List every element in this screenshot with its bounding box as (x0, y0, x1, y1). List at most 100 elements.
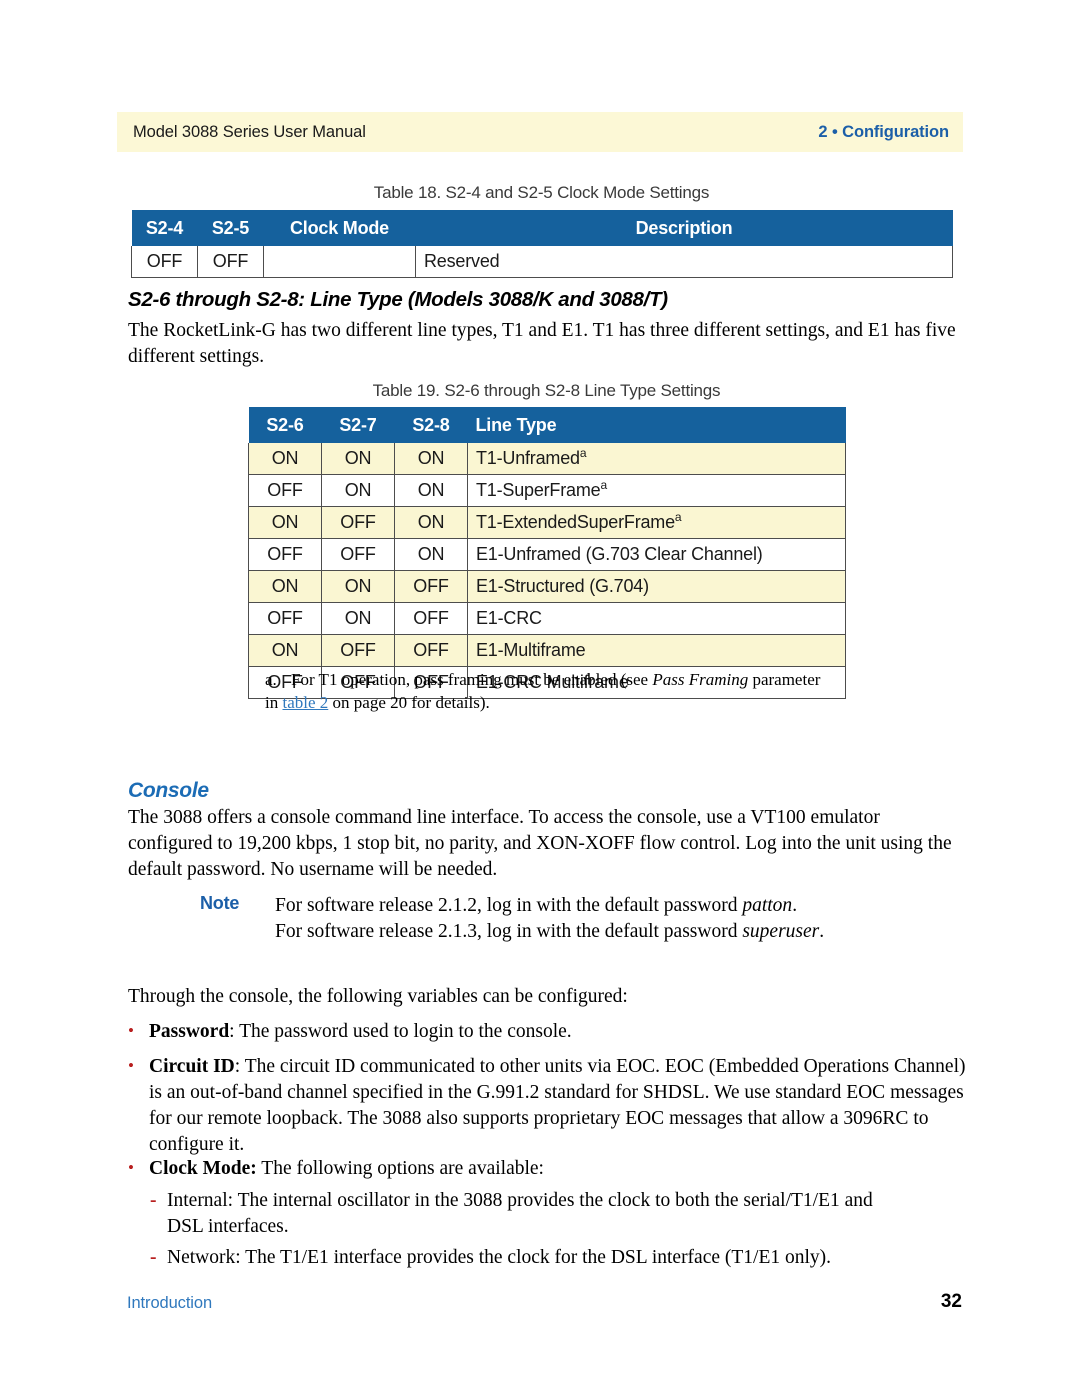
table19-col-s27: S2-7 (321, 407, 395, 443)
footnote-italic-pass-framing: Pass Framing (652, 670, 749, 689)
table19-cell-line-type: E1-Unframed (G.703 Clear Channel) (467, 538, 846, 571)
bullet-body-clock-mode: The following options are available: (256, 1158, 544, 1179)
table19-cell-line-type: T1-SuperFramea (467, 474, 846, 507)
table-row: OFF OFF Reserved (131, 246, 953, 278)
bullet-dot-icon: • (128, 1056, 134, 1075)
table19-cell-s28: ON (394, 538, 468, 571)
section-heading-console: Console (128, 779, 209, 802)
list-item: • Circuit ID: The circuit ID communicate… (128, 1054, 966, 1158)
sub-bullet-dash-icon: - (150, 1247, 157, 1268)
note-body: For software release 2.1.2, log in with … (275, 893, 966, 945)
table19-cell-s26: OFF (248, 602, 322, 635)
table18-cell-s25: OFF (197, 246, 264, 278)
note-line1-part2: . (792, 895, 798, 916)
bullet-dot-icon: • (128, 1021, 134, 1040)
table19-cell-s27: OFF (321, 538, 395, 571)
table-s24-s25-clock-mode: S2-4 S2-5 Clock Mode Description OFF OFF… (131, 210, 953, 278)
table-row: ON OFF OFF E1-Multiframe (248, 634, 846, 667)
list-item: • Password: The password used to login t… (128, 1019, 966, 1045)
manual-title: Model 3088 Series User Manual (133, 122, 366, 141)
note-line-2: For software release 2.1.3, log in with … (275, 919, 966, 945)
table19-cell-line-type: E1-Structured (G.704) (467, 570, 846, 603)
note-label: Note (200, 893, 240, 913)
table19-cell-s26: OFF (248, 538, 322, 571)
bullet-text-clock-mode: Clock Mode: The following options are av… (149, 1156, 966, 1182)
footnote-link-table2[interactable]: table 2 (282, 693, 328, 712)
table-row: OFF ON OFF E1-CRC (248, 602, 846, 635)
table19-col-line-type: Line Type (467, 407, 846, 443)
chapter-label: 2 • Configuration (818, 122, 949, 141)
table19-cell-s28: OFF (394, 570, 468, 603)
bullet-body-password: The password used to login to the consol… (234, 1021, 572, 1042)
bullet-body-circuit-id: The circuit ID communicated to other uni… (149, 1056, 966, 1155)
table19-cell-s27: ON (321, 570, 395, 603)
table-row: OFF OFF ON E1-Unframed (G.703 Clear Channel… (248, 538, 846, 571)
note-line-1: For software release 2.1.2, log in with … (275, 893, 966, 919)
table19-cell-s28: ON (394, 506, 468, 539)
bullet-label-circuit-id: Circuit ID (149, 1056, 235, 1077)
table19-cell-line-type: E1-Multiframe (467, 634, 846, 667)
table18-col-s25: S2-5 (197, 210, 264, 246)
table19-col-s26: S2-6 (248, 407, 322, 443)
footnote-part3: on page 20 for details). (328, 693, 490, 712)
table19-cell-s28: ON (394, 474, 468, 507)
note-line2-password: superuser (742, 921, 820, 942)
table18-col-description: Description (415, 210, 953, 246)
sub-bullet-dash-icon: - (150, 1190, 157, 1211)
table19-cell-s27: OFF (321, 634, 395, 667)
note-line1-part1: For software release 2.1.2, log in with … (275, 895, 743, 916)
table19-cell-s28: ON (394, 443, 468, 475)
table18-cell-s24: OFF (131, 246, 198, 278)
table19-cell-s27: ON (321, 443, 395, 475)
table-row: ON OFF ON T1-ExtendedSuperFramea (248, 506, 846, 539)
footnote-marker: a. (265, 670, 277, 689)
table18-cell-clock-mode (263, 246, 416, 278)
footnote-text: For T1 operation, pass framing must be e… (265, 670, 820, 712)
table-s26-s28-line-type: S2-6 S2-7 S2-8 Line Type ON ON ON T1-Unfram… (248, 407, 846, 699)
page-running-header: Model 3088 Series User Manual 2 • Config… (117, 112, 963, 152)
table-row: OFF ON ON T1-SuperFramea (248, 474, 846, 507)
table19-header-row: S2-6 S2-7 S2-8 Line Type (248, 407, 846, 443)
table18-header-row: S2-4 S2-5 Clock Mode Description (131, 210, 953, 246)
bullet-text-password: Password: The password used to login to … (149, 1019, 966, 1045)
table-row: ON ON ON T1-Unframeda (248, 443, 846, 475)
note-line1-password: patton (742, 895, 793, 916)
bullet-dot-icon: • (128, 1158, 134, 1177)
table19-cell-s28: OFF (394, 602, 468, 635)
table19-col-s28: S2-8 (394, 407, 468, 443)
table19-cell-footnote-marker: a (600, 478, 607, 492)
table19-cell-s27: ON (321, 602, 395, 635)
table19-cell-s26: ON (248, 443, 322, 475)
note-line2-part2: . (819, 921, 825, 942)
section-paragraph-line-type: The RocketLink-G has two different line … (128, 320, 956, 367)
table19-cell-s26: ON (248, 634, 322, 667)
table19-cell-s26: ON (248, 506, 322, 539)
table19-footnote: a. For T1 operation, pass framing must b… (265, 668, 835, 714)
note-callout: Note For software release 2.1.2, log in … (200, 893, 966, 945)
console-paragraph: The 3088 offers a console command line i… (128, 807, 952, 880)
table18-caption: Table 18. S2-4 and S2-5 Clock Mode Setti… (373, 183, 710, 202)
variables-intro: Through the console, the following varia… (128, 986, 628, 1007)
table19-caption: Table 19. S2-6 through S2-8 Line Type Se… (372, 381, 721, 400)
note-line2-part1: For software release 2.1.3, log in with … (275, 921, 743, 942)
table18-cell-description: Reserved (415, 246, 953, 278)
list-item: - Network: The T1/E1 interface provides … (150, 1245, 910, 1271)
table19-cell-line-type: T1-ExtendedSuperFramea (467, 506, 846, 539)
table19-cell-s27: ON (321, 474, 395, 507)
bullet-label-clock-mode: Clock Mode: (149, 1158, 257, 1179)
section-heading-line-type: S2-6 through S2-8: Line Type (Models 308… (128, 288, 668, 311)
table19-cell-footnote-marker: a (579, 446, 587, 460)
sub-bullet-text-internal: Internal: The internal oscillator in the… (167, 1190, 873, 1237)
table19-body: ON ON ON T1-Unframeda OFF ON ON T1-SuperFramea O… (248, 443, 846, 699)
sub-bullet-text-network: Network: The T1/E1 interface provides th… (167, 1247, 832, 1268)
table19-cell-line-type: T1-Unframeda (467, 443, 846, 475)
footer-section-label: Introduction (127, 1294, 213, 1312)
table19-cell-s26: OFF (248, 474, 322, 507)
table19-cell-s27: OFF (321, 506, 395, 539)
table19-cell-s28: OFF (394, 634, 468, 667)
table19-cell-s26: ON (248, 570, 322, 603)
table18-col-clock-mode: Clock Mode (263, 210, 416, 246)
table18-col-s24: S2-4 (131, 210, 198, 246)
table19-cell-footnote-marker: a (674, 510, 682, 524)
bullet-text-circuit-id: Circuit ID: The circuit ID communicated … (149, 1054, 966, 1158)
